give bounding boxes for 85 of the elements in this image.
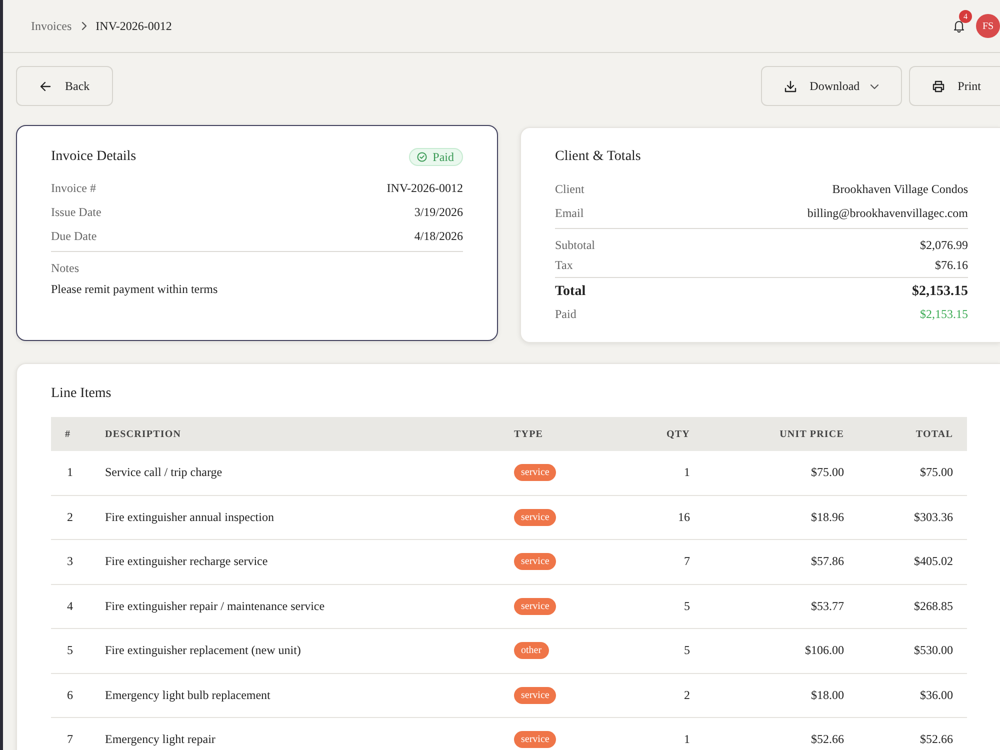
type-tag: service (514, 553, 556, 570)
table-cell: 1 (684, 465, 690, 480)
table-cell: 16 (678, 510, 690, 525)
card-title: Line Items (51, 385, 112, 403)
field-label: Invoice # (51, 180, 96, 196)
notes-label: Notes (51, 260, 79, 276)
field-value: billing@brookhavenvillagec.com (807, 206, 968, 220)
download-icon (784, 80, 797, 92)
field-label: Issue Date (51, 204, 102, 220)
table-cell-text: 7 (66, 732, 73, 748)
total-label: Total (555, 284, 586, 300)
type-tag: service (514, 731, 556, 748)
chevron-down-icon (870, 82, 879, 90)
field-value: 4/18/2026 (414, 228, 463, 244)
table-cell: Emergency light bulb replacement (105, 688, 270, 703)
check-circle-icon (416, 152, 427, 162)
table-cell: Fire extinguisher repair / maintenance service (105, 598, 325, 614)
type-tag: service (514, 508, 556, 526)
table-cell: 1 (684, 732, 690, 748)
table-cell: Fire extinguisher replacement (new unit) (105, 643, 301, 658)
table-cell: $75.00 (920, 465, 953, 480)
notes-text: Please remit payment within terms (51, 281, 218, 297)
notification-count: 4 (959, 10, 972, 23)
amount-value: $2,076.99 (920, 238, 968, 252)
table-cell-text: 1 (66, 465, 73, 480)
paid-label: Paid (555, 306, 576, 322)
table-cell: $57.86 (811, 554, 844, 570)
type-tag: other (514, 642, 549, 660)
field-label: Email (555, 206, 584, 220)
table-cell: Fire extinguisher annual inspection (105, 510, 274, 525)
field-value: 3/19/2026 (414, 204, 463, 220)
table-cell-text: 3 (66, 554, 73, 570)
back-button[interactable]: Back (16, 66, 113, 106)
amount-value: $76.16 (935, 258, 968, 272)
column-header: UNIT PRICE (780, 428, 844, 440)
column-header: QTY (666, 428, 690, 440)
table-cell: 7 (684, 554, 690, 570)
column-header: TYPE (514, 428, 544, 440)
amount-label: Tax (555, 258, 573, 272)
breadcrumb-link[interactable]: Invoices (31, 18, 72, 34)
table-cell: $36.00 (920, 688, 953, 703)
column-header: DESCRIPTION (105, 428, 182, 440)
table-cell: 5 (684, 598, 690, 614)
table-cell: $303.36 (914, 510, 953, 525)
notification-bell-icon[interactable] (952, 19, 966, 33)
table-cell-text: 6 (66, 688, 73, 703)
status-badge: Paid (408, 148, 463, 166)
breadcrumb-current: INV-2026-0012 (96, 18, 172, 34)
table-cell-text: 4 (66, 598, 73, 614)
column-header: TOTAL (916, 428, 953, 440)
field-value: Brookhaven Village Condos (832, 182, 968, 196)
table-cell: Fire extinguisher recharge service (105, 554, 268, 570)
table-cell: 5 (684, 643, 690, 658)
card-title: Client & Totals (555, 148, 641, 166)
card-title: Invoice Details (51, 148, 136, 166)
table-cell: $52.66 (920, 732, 953, 748)
table-cell: 2 (684, 688, 690, 703)
table-cell: Emergency light repair (105, 732, 216, 748)
type-tag: service (514, 598, 556, 615)
table-cell: Service call / trip charge (105, 465, 222, 480)
table-cell: $53.77 (811, 598, 844, 614)
type-tag: service (514, 464, 556, 482)
table-cell: $52.66 (811, 732, 844, 748)
print-button[interactable]: Print (908, 66, 1000, 106)
table-cell: $18.00 (811, 688, 844, 703)
table-cell: $106.00 (805, 643, 844, 658)
table-cell-text: 2 (66, 510, 73, 525)
table-cell: $268.85 (914, 598, 953, 614)
total-value: $2,153.15 (912, 284, 968, 300)
table-cell-text: 5 (66, 643, 73, 658)
field-label: Due Date (51, 228, 97, 244)
paid-value: $2,153.15 (920, 306, 968, 322)
download-button[interactable]: Download (760, 66, 902, 106)
amount-label: Subtotal (555, 238, 596, 252)
field-label: Client (555, 182, 584, 196)
type-tag: service (514, 686, 556, 704)
arrow-left-icon (39, 80, 52, 92)
column-header: # (64, 428, 71, 440)
table-cell: $18.96 (811, 510, 844, 525)
table-cell: $530.00 (914, 643, 953, 658)
table-cell: $75.00 (811, 465, 844, 480)
table-cell: $405.02 (914, 554, 953, 570)
field-value: INV-2026-0012 (386, 180, 463, 196)
printer-icon (932, 80, 945, 92)
user-avatar[interactable]: FS (976, 14, 1000, 38)
